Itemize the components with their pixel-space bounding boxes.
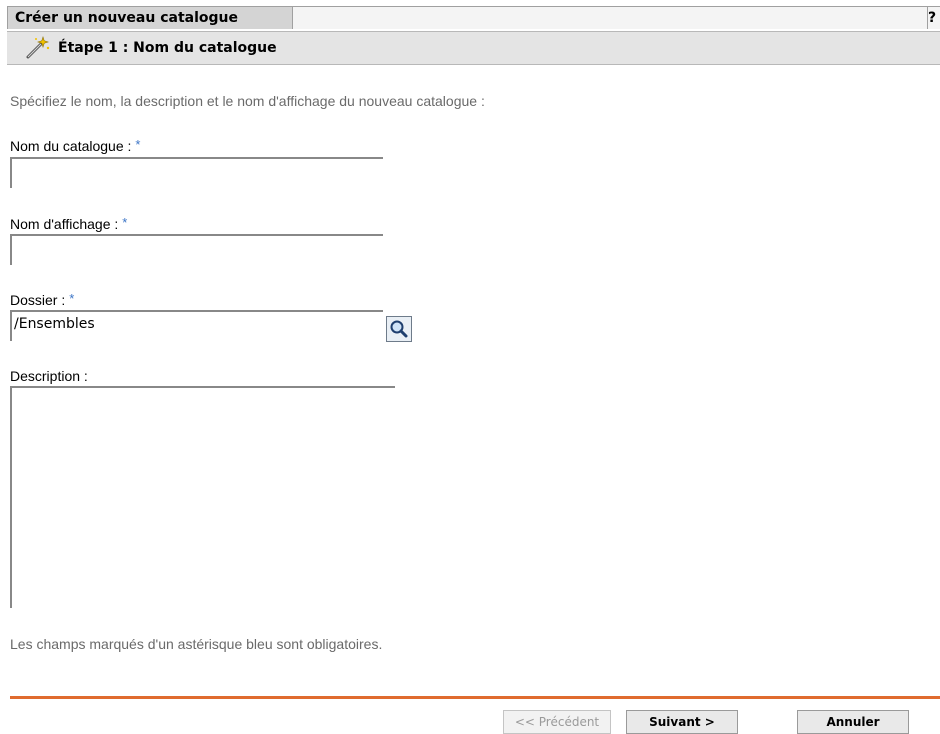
intro-text: Spécifiez le nom, la description et le n…: [10, 93, 485, 109]
dialog-title-bar: Créer un nouveau catalogue ?: [7, 6, 940, 31]
catalog-name-label: Nom du catalogue : *: [10, 137, 140, 154]
magnifier-icon: [387, 320, 411, 345]
folder-input[interactable]: /Ensembles: [10, 310, 383, 341]
display-name-input[interactable]: [10, 234, 383, 265]
footer-divider: [10, 696, 940, 699]
required-marker: *: [69, 291, 75, 306]
next-button[interactable]: Suivant >: [626, 710, 738, 734]
previous-button[interactable]: << Précédent: [503, 710, 611, 734]
help-button[interactable]: ?: [928, 6, 940, 29]
required-marker: *: [135, 137, 141, 152]
dialog-title: Créer un nouveau catalogue: [7, 6, 293, 29]
cancel-button[interactable]: Annuler: [797, 710, 909, 734]
step-title: Étape 1 : Nom du catalogue: [58, 40, 277, 56]
description-textarea[interactable]: [10, 386, 395, 608]
display-name-label-text: Nom d'affichage :: [10, 216, 119, 232]
wand-icon: [25, 36, 51, 60]
required-marker: *: [122, 215, 128, 230]
description-label: Description :: [10, 368, 88, 384]
display-name-label: Nom d'affichage : *: [10, 215, 127, 232]
required-footnote: Les champs marqués d'un astérisque bleu …: [10, 636, 383, 652]
catalog-name-input[interactable]: [10, 157, 383, 188]
folder-browse-button[interactable]: [386, 316, 412, 342]
step-header: Étape 1 : Nom du catalogue: [7, 31, 940, 65]
folder-label-text: Dossier :: [10, 292, 66, 308]
catalog-name-label-text: Nom du catalogue :: [10, 138, 132, 154]
title-bar-fill: [293, 6, 928, 29]
folder-label: Dossier : *: [10, 291, 74, 308]
